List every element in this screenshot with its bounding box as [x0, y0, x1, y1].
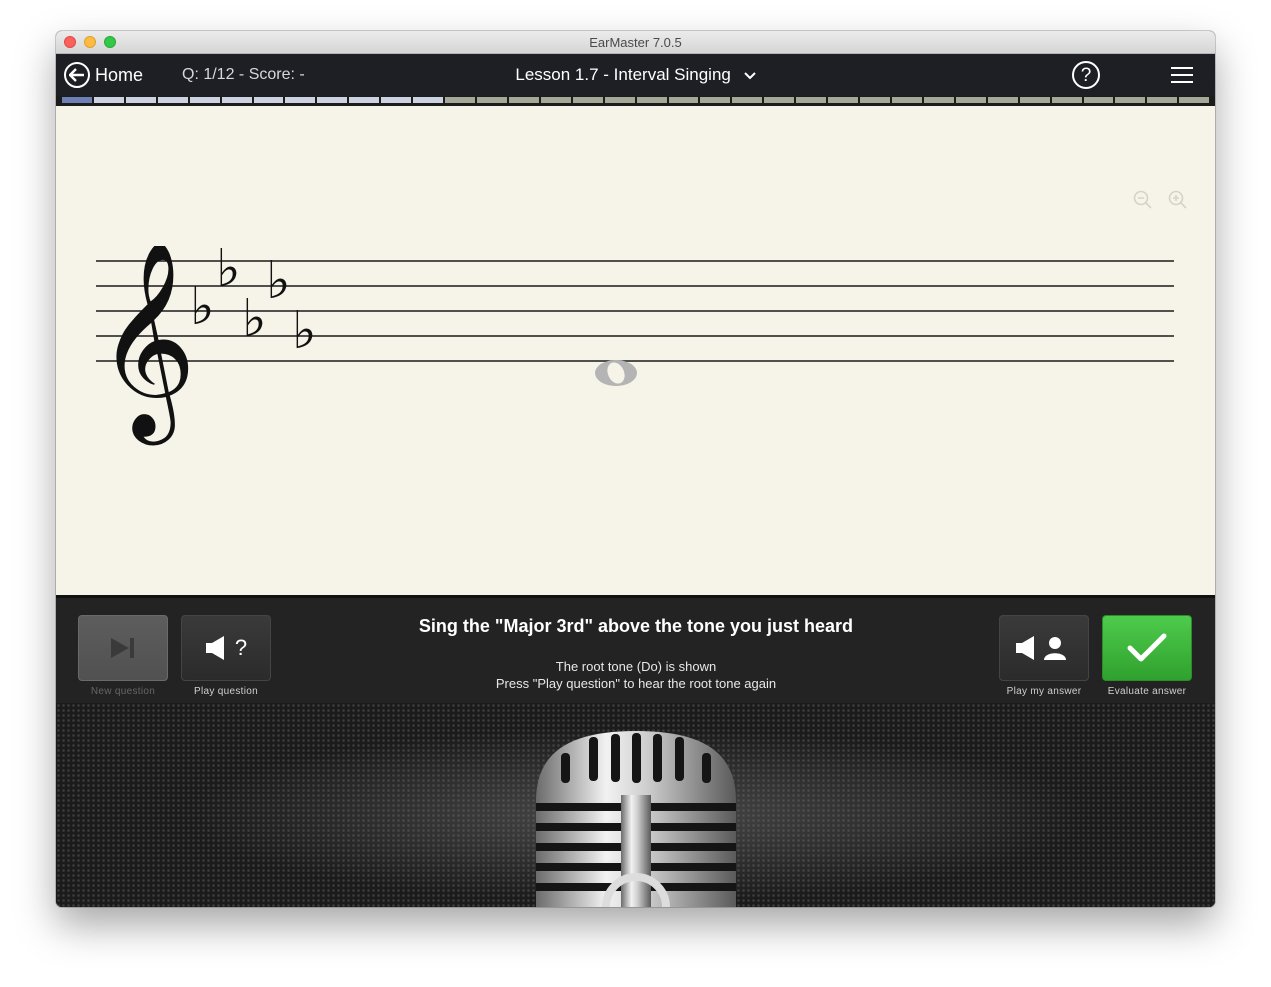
progress-segment [445, 97, 475, 103]
lesson-title[interactable]: Lesson 1.7 - Interval Singing [515, 65, 730, 84]
progress-segment [1019, 97, 1050, 103]
progress-segment [1051, 97, 1082, 103]
zoom-out-icon[interactable] [1133, 190, 1153, 210]
root-tone-note [595, 360, 637, 386]
svg-text:♭: ♭ [190, 277, 215, 337]
instruction-line-1: The root tone (Do) is shown [555, 659, 717, 674]
question-progress-bar [62, 96, 1210, 104]
progress-segment [636, 97, 667, 103]
play-question-button[interactable]: ? [181, 615, 271, 681]
instruction-title: Sing the "Major 3rd" above the tone you … [418, 616, 854, 636]
progress-segment [1115, 97, 1146, 103]
evaluate-answer-label: Evaluate answer [1107, 686, 1187, 697]
speaker-icon [205, 636, 224, 660]
progress-segment [349, 97, 380, 103]
key-signature-flats: ♭ ♭ ♭ ♭ ♭ [190, 246, 317, 361]
progress-segment [317, 97, 348, 103]
zoom-in-icon[interactable] [1168, 190, 1188, 210]
progress-segment [732, 97, 763, 103]
home-label: Home [95, 64, 144, 85]
progress-segment [413, 97, 444, 103]
progress-segment [572, 97, 603, 103]
svg-text:♭: ♭ [292, 301, 317, 361]
progress-segment [93, 97, 124, 103]
progress-segment [189, 97, 220, 103]
progress-segment [764, 97, 795, 103]
progress-segment [540, 97, 571, 103]
chevron-down-icon[interactable] [743, 71, 756, 80]
new-question-button[interactable] [78, 615, 168, 681]
microphone-area [56, 703, 1215, 907]
progress-segment [796, 97, 827, 103]
microphone-icon [536, 731, 736, 907]
progress-segment [508, 97, 539, 103]
score-sheet: 𝄞 ♭ ♭ ♭ ♭ ♭ 𝄫 ♭ ♮ ♯ 𝄪 [56, 106, 1215, 660]
app-header: Home Q: 1/12 - Score: - Lesson 1.7 - Int… [56, 54, 1215, 96]
checkmark-icon [1127, 633, 1167, 662]
progress-segment [1147, 97, 1178, 103]
progress-segment [828, 97, 859, 103]
progress-segment [1083, 97, 1114, 103]
progress-segment [860, 97, 890, 103]
progress-segment [987, 97, 1018, 103]
question-mark-glyph: ? [234, 635, 248, 660]
progress-segment [923, 97, 954, 103]
progress-segment [700, 97, 731, 103]
play-my-answer-button[interactable] [999, 615, 1089, 681]
progress-segment [1179, 97, 1210, 103]
help-button[interactable]: ? [1072, 61, 1100, 89]
new-question-label: New question [90, 686, 156, 697]
app-window: EarMaster 7.0.5 Home Q: 1/12 - Score: - … [56, 31, 1215, 907]
progress-segment [476, 97, 507, 103]
progress-segment [125, 97, 156, 103]
progress-segment [891, 97, 922, 103]
progress-segment [62, 97, 92, 103]
speaker-person-icon [1016, 636, 1066, 660]
skip-forward-icon [111, 638, 134, 658]
title-bar: EarMaster 7.0.5 [56, 31, 1215, 54]
window-title: EarMaster 7.0.5 [589, 35, 682, 50]
instruction-line-2: Press "Play question" to hear the root t… [495, 676, 777, 691]
progress-segment [253, 97, 284, 103]
progress-segment [604, 97, 635, 103]
question-score: Q: 1/12 - Score: - [182, 66, 305, 83]
progress-segment [668, 97, 699, 103]
home-button[interactable]: Home [64, 60, 143, 90]
progress-segment [221, 97, 252, 103]
treble-clef-icon: 𝄞 [96, 246, 196, 445]
progress-segment [285, 97, 316, 103]
svg-text:♭: ♭ [266, 251, 291, 311]
back-arrow-icon [64, 62, 90, 88]
play-my-answer-label: Play my answer [1006, 686, 1082, 697]
progress-segment [157, 97, 188, 103]
music-staff: 𝄞 ♭ ♭ ♭ ♭ ♭ [96, 246, 1174, 445]
progress-segment [955, 97, 986, 103]
evaluate-answer-button[interactable] [1102, 615, 1192, 681]
control-strip: New question ? Play question Sing the "M… [56, 595, 1215, 703]
svg-text:♭: ♭ [216, 246, 241, 299]
progress-segment [381, 97, 412, 103]
svg-text:♭: ♭ [242, 289, 267, 349]
play-question-label: Play question [194, 686, 258, 697]
hamburger-menu-icon[interactable] [1171, 67, 1193, 83]
